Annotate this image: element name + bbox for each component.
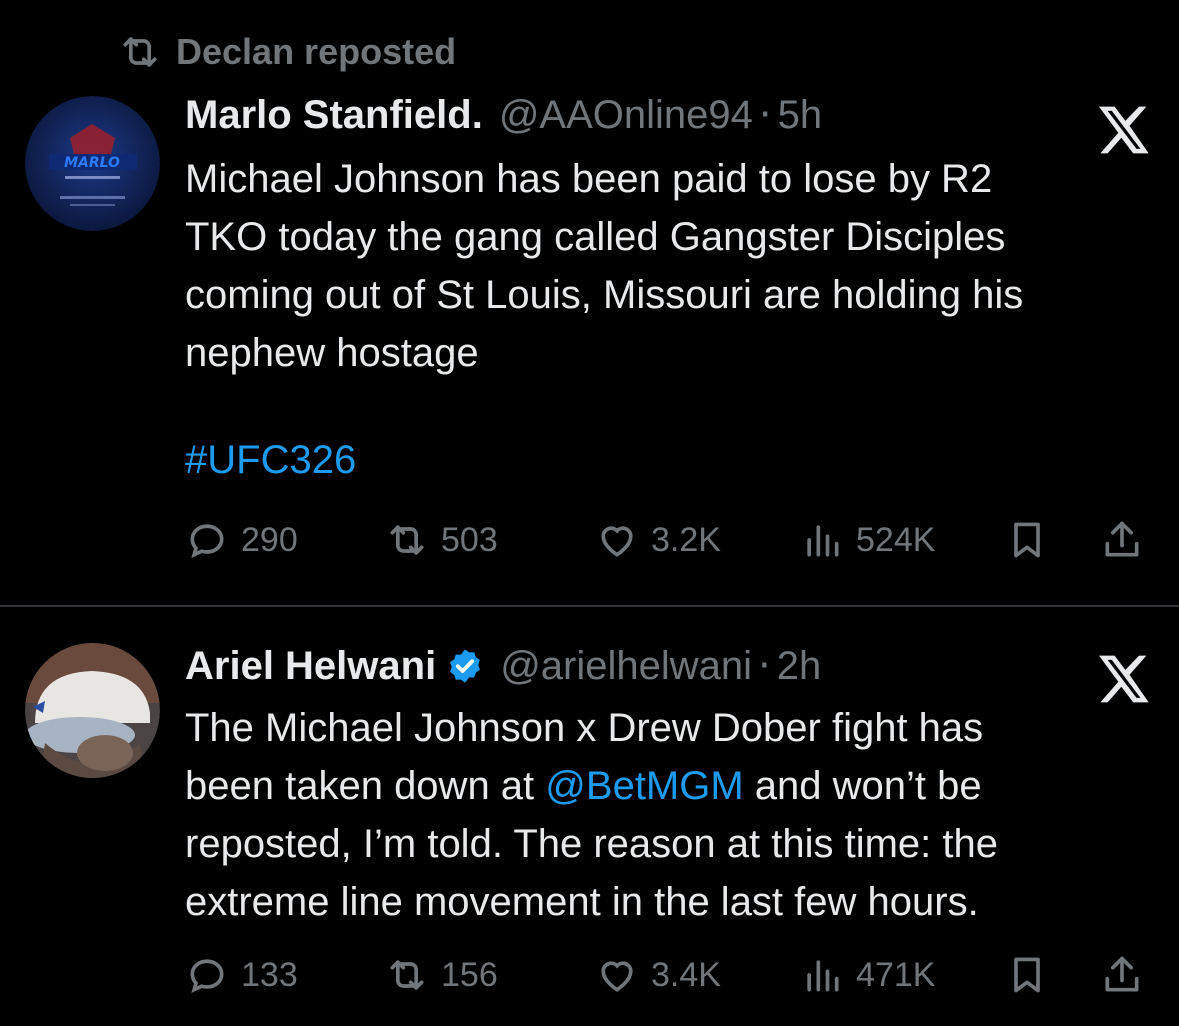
reply-icon <box>190 959 224 994</box>
views-count: 471K <box>856 955 936 994</box>
reply-count: 133 <box>241 955 298 994</box>
tweet-text-segment: been taken down at <box>185 764 546 808</box>
repost-banner[interactable]: Declan reposted <box>118 30 456 74</box>
tweet[interactable]: Ariel Helwani @arielhelwani · 2h The Mic… <box>0 607 1179 1026</box>
tweet-text-line: nephew hostage <box>185 331 479 375</box>
tweet-text-line: Michael Johnson has been paid to lose by… <box>185 157 993 201</box>
reply-button[interactable]: 133 <box>185 953 298 997</box>
display-name[interactable]: Marlo Stanfield. <box>185 93 483 138</box>
hashtag-link[interactable]: #UFC326 <box>185 438 356 483</box>
handle[interactable]: @AAOnline94 <box>499 93 753 138</box>
reply-button[interactable]: 290 <box>185 518 298 562</box>
reply-count: 290 <box>241 520 298 559</box>
svg-text:MARLO: MARLO <box>64 155 120 171</box>
tweet-text-line: reposted, I’m told. The reason at this t… <box>185 822 999 866</box>
avatar-logo-image: MARLO <box>25 96 160 231</box>
tweet-actions: 290 503 3.2K 524K <box>185 510 1150 570</box>
timestamp[interactable]: 2h <box>777 644 822 689</box>
bookmark-button[interactable] <box>1005 518 1049 562</box>
views-count: 524K <box>856 520 936 559</box>
timestamp[interactable]: 5h <box>778 93 823 138</box>
like-button[interactable]: 3.4K <box>595 953 721 997</box>
share-icon <box>1105 521 1139 557</box>
avatar-photo-image <box>25 643 160 778</box>
verified-badge-icon <box>450 649 481 683</box>
views-icon <box>807 525 839 557</box>
tweet-text-line: extreme line movement in the last few ho… <box>185 880 979 924</box>
tweet[interactable]: MARLO Marlo Stanfield. @AAOnline94 · 5h … <box>0 80 1179 605</box>
tweet-header: Marlo Stanfield. @AAOnline94 · 5h <box>185 92 822 138</box>
tweet-text-line: been taken down at @BetMGM and won’t be <box>185 757 1145 815</box>
bookmark-icon <box>1014 957 1040 993</box>
avatar[interactable]: MARLO <box>25 96 160 231</box>
views-button[interactable]: 471K <box>800 953 935 997</box>
repost-button[interactable]: 503 <box>385 518 498 562</box>
tweet-header: Ariel Helwani @arielhelwani · 2h <box>185 643 821 689</box>
repost-button[interactable]: 156 <box>385 953 498 997</box>
views-button[interactable]: 524K <box>800 518 935 562</box>
separator-dot: · <box>758 643 771 689</box>
like-button[interactable]: 3.2K <box>595 518 721 562</box>
tweet-text-line: TKO today the gang called Gangster Disci… <box>185 215 1006 259</box>
display-name[interactable]: Ariel Helwani <box>185 644 436 689</box>
repost-icon <box>390 525 424 555</box>
tweet-text-line: coming out of St Louis, Missouri are hol… <box>185 273 1024 317</box>
views-icon <box>807 960 839 992</box>
like-icon <box>601 961 633 992</box>
like-count: 3.2K <box>651 520 721 559</box>
repost-icon <box>123 37 157 67</box>
tweet-text: Michael Johnson has been paid to lose by… <box>185 150 1145 382</box>
repost-count: 156 <box>441 955 498 994</box>
avatar[interactable] <box>25 643 160 778</box>
share-button[interactable] <box>1100 953 1144 997</box>
tweet-text: The Michael Johnson x Drew Dober fight h… <box>185 699 1145 931</box>
repost-icon <box>390 960 424 990</box>
tweet-text-segment: and won’t be <box>743 764 982 808</box>
share-button[interactable] <box>1100 518 1144 562</box>
mention-link[interactable]: @BetMGM <box>545 764 743 808</box>
share-icon <box>1105 956 1139 992</box>
tweet-actions: 133 156 3.4K 471K <box>185 945 1150 1005</box>
reply-icon <box>190 524 224 559</box>
bookmark-icon <box>1014 522 1040 558</box>
bookmark-button[interactable] <box>1005 953 1049 997</box>
handle[interactable]: @arielhelwani <box>500 644 752 689</box>
like-count: 3.4K <box>651 955 721 994</box>
separator-dot: · <box>758 92 772 138</box>
tweet-text-line: The Michael Johnson x Drew Dober fight h… <box>185 706 984 750</box>
like-icon <box>601 526 633 557</box>
repost-banner-text: Declan reposted <box>176 31 457 72</box>
repost-count: 503 <box>441 520 498 559</box>
